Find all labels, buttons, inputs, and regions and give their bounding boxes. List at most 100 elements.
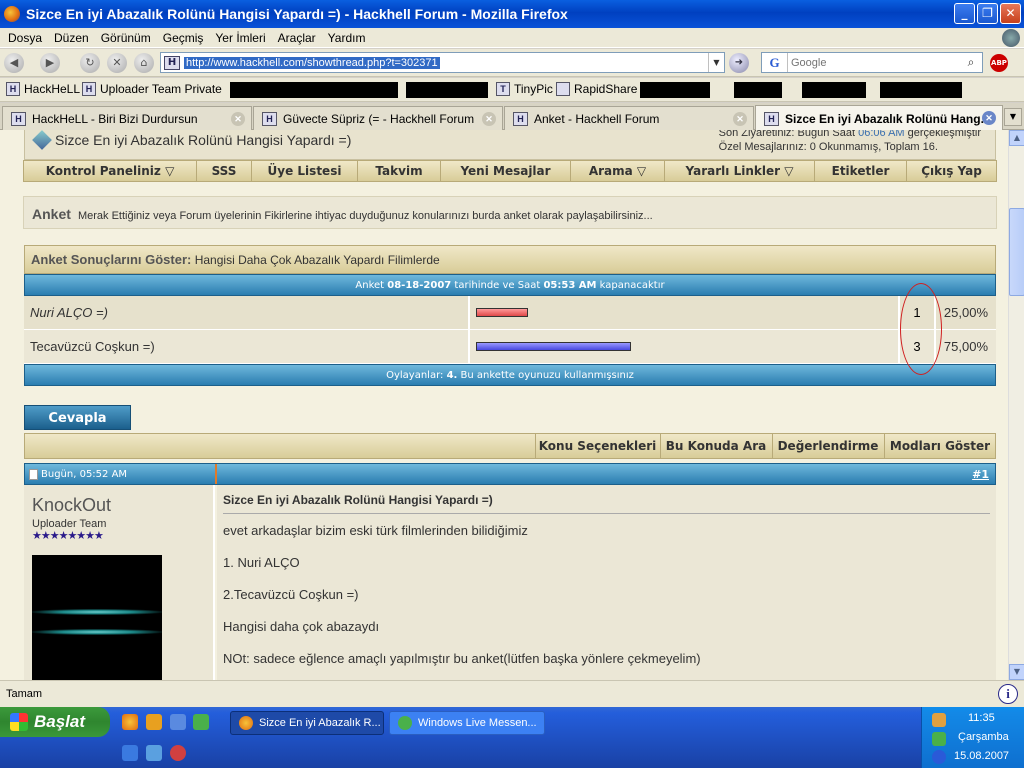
minimize-button[interactable]: _ bbox=[954, 3, 975, 24]
tab-close-icon[interactable]: ✕ bbox=[733, 112, 747, 126]
adblock-icon[interactable]: ABP bbox=[990, 54, 1008, 72]
scroll-up-icon[interactable]: ▲ bbox=[1009, 130, 1024, 146]
poll-close-prefix: Anket bbox=[355, 280, 385, 291]
last-visit-prefix: Son Ziyaretiniz: Bugün Saat bbox=[718, 130, 856, 139]
post-number-link[interactable]: #1 bbox=[972, 468, 989, 481]
bookmark-hackhell[interactable]: H HackHeLL bbox=[6, 82, 80, 96]
nav-logout[interactable]: Çıkış Yap bbox=[907, 161, 996, 181]
poll-close-date: 08-18-2007 bbox=[387, 280, 452, 291]
internet-explorer-icon[interactable] bbox=[122, 745, 138, 761]
tab-label: Anket - Hackhell Forum bbox=[534, 111, 660, 126]
nav-calendar[interactable]: Takvim bbox=[358, 161, 441, 181]
firefox-icon[interactable] bbox=[122, 714, 138, 730]
task-firefox[interactable]: Sizce En iyi Abazalık R... bbox=[230, 711, 384, 735]
menu-help[interactable]: Yardım bbox=[322, 31, 372, 45]
quicklaunch-icon[interactable] bbox=[170, 745, 186, 761]
nav-useful-links[interactable]: Yararlı Linkler ▽ bbox=[665, 161, 815, 181]
bookmark-uploader-team[interactable]: H Uploader Team Private bbox=[82, 82, 222, 96]
tray-icon[interactable] bbox=[932, 713, 946, 727]
bookmark-label: HackHeLL bbox=[24, 82, 81, 96]
tab-hackhell[interactable]: H HackHeLL - Biri Bizi Durdursun ✕ bbox=[2, 106, 252, 130]
start-button[interactable]: Başlat bbox=[0, 707, 110, 737]
poll-percent: 75,00% bbox=[943, 339, 988, 354]
search-engine-icon[interactable]: G bbox=[762, 53, 788, 72]
post-line: 1. Nuri ALÇO bbox=[223, 555, 300, 570]
go-button[interactable]: ➜ bbox=[729, 53, 749, 73]
media-player-icon[interactable] bbox=[170, 714, 186, 730]
clock-day: Çarşamba bbox=[958, 731, 1009, 743]
menu-view[interactable]: Görünüm bbox=[95, 31, 157, 45]
tab-close-icon[interactable]: ✕ bbox=[231, 112, 245, 126]
home-button[interactable]: ⌂ bbox=[134, 53, 154, 73]
bookmark-label: TinyPic bbox=[514, 82, 553, 96]
url-bar[interactable]: H http://www.hackhell.com/showthread.php… bbox=[160, 52, 725, 73]
scroll-thumb[interactable] bbox=[1009, 208, 1024, 296]
reload-button[interactable]: ↻ bbox=[80, 53, 100, 73]
last-visit: Son Ziyaretiniz: Bugün Saat 06:06 AM ger… bbox=[719, 130, 981, 140]
voters-note: Bu ankette oyunuzu kullanmışsınız bbox=[460, 370, 634, 381]
reply-button[interactable]: Cevapla bbox=[24, 405, 131, 430]
thread-header: Sizce En iyi Abazalık Rolünü Hangisi Yap… bbox=[24, 130, 996, 160]
private-messages[interactable]: Özel Mesajlarınız: 0 Okunmamış, Toplam 1… bbox=[719, 140, 981, 154]
task-messenger[interactable]: Windows Live Messen... bbox=[389, 711, 545, 735]
close-button[interactable]: ✕ bbox=[1000, 3, 1021, 24]
rate-thread-button[interactable]: Değerlendirme ▽ bbox=[772, 434, 883, 477]
avatar bbox=[32, 555, 162, 680]
search-icon[interactable]: ⌕ bbox=[962, 54, 980, 71]
quicklaunch-icon[interactable] bbox=[146, 714, 162, 730]
post-date-text: Bugün, 05:52 AM bbox=[41, 469, 128, 480]
red-circle-annotation bbox=[900, 283, 942, 375]
messenger-icon[interactable] bbox=[193, 714, 209, 730]
nav-control-panel[interactable]: Kontrol Paneliniz ▽ bbox=[24, 161, 197, 181]
nav-search[interactable]: Arama ▽ bbox=[571, 161, 665, 181]
tab-label: Güvecte Süpriz (= - Hackhell Forum bbox=[283, 111, 475, 126]
thread-tools: Konu Seçenekleri ▽ Bu Konuda Ara ▽ Değer… bbox=[24, 433, 996, 477]
poll-option-row: Tecavüzcü Coşkun =) 3 75,00% bbox=[24, 330, 996, 364]
forward-button[interactable]: ▶ bbox=[40, 53, 60, 73]
thread-options-button[interactable]: Konu Seçenekleri ▽ bbox=[535, 434, 659, 477]
restore-button[interactable]: ❐ bbox=[977, 3, 998, 24]
hackhell-icon: H bbox=[513, 111, 528, 126]
nav-faq[interactable]: SSS bbox=[197, 161, 252, 181]
redacted-bookmark bbox=[230, 82, 398, 98]
menu-file[interactable]: Dosya bbox=[2, 31, 48, 45]
scroll-down-icon[interactable]: ▼ bbox=[1009, 664, 1024, 680]
nav-tags[interactable]: Etiketler bbox=[815, 161, 907, 181]
post-username[interactable]: KnockOut bbox=[32, 495, 111, 516]
tab-close-icon[interactable]: ✕ bbox=[982, 111, 996, 125]
messenger-tray-icon[interactable] bbox=[932, 732, 946, 746]
tab-anket[interactable]: H Anket - Hackhell Forum ✕ bbox=[504, 106, 754, 130]
url-dropdown-icon[interactable]: ▼ bbox=[708, 53, 724, 72]
user-info: Son Ziyaretiniz: Bugün Saat 06:06 AM ger… bbox=[719, 130, 981, 154]
nav-members[interactable]: Üye Listesi bbox=[252, 161, 358, 181]
quicklaunch-icon[interactable] bbox=[146, 745, 162, 761]
back-button[interactable]: ◀ bbox=[4, 53, 24, 73]
all-tabs-dropdown-icon[interactable]: ▼ bbox=[1004, 108, 1022, 126]
tab-close-icon[interactable]: ✕ bbox=[482, 112, 496, 126]
bluetooth-icon[interactable] bbox=[932, 750, 946, 764]
search-box[interactable]: G ⌕ bbox=[761, 52, 983, 73]
bookmark-rapidshare[interactable]: RapidShare bbox=[556, 82, 637, 96]
search-input[interactable] bbox=[788, 54, 958, 71]
tab-bar: H HackHeLL - Biri Bizi Durdursun ✕ H Güv… bbox=[0, 103, 1024, 131]
menu-edit[interactable]: Düzen bbox=[48, 31, 95, 45]
post-line: 2.Tecavüzcü Coşkun =) bbox=[223, 587, 359, 602]
menu-history[interactable]: Geçmiş bbox=[157, 31, 210, 45]
display-modes-button[interactable]: Modları Göster ▽ bbox=[884, 434, 995, 477]
tab-guvecte-supriz[interactable]: H Güvecte Süpriz (= - Hackhell Forum ✕ bbox=[253, 106, 503, 130]
url-text[interactable]: http://www.hackhell.com/showthread.php?t… bbox=[184, 56, 440, 69]
poll-bar-cell bbox=[470, 296, 900, 329]
tab-current-thread[interactable]: H Sizce En iyi Abazalık Rolünü Hang... ✕ bbox=[755, 105, 1003, 131]
info-icon[interactable]: i bbox=[998, 684, 1018, 704]
menu-bookmarks[interactable]: Yer İmleri bbox=[209, 31, 271, 45]
clock-time[interactable]: 11:35 bbox=[968, 712, 995, 724]
stop-button[interactable]: ✕ bbox=[107, 53, 127, 73]
nav-new-posts[interactable]: Yeni Mesajlar bbox=[441, 161, 571, 181]
menu-tools[interactable]: Araçlar bbox=[272, 31, 322, 45]
hackhell-icon: H bbox=[6, 82, 20, 96]
search-thread-button[interactable]: Bu Konuda Ara ▽ bbox=[660, 434, 771, 477]
bookmark-tinypic[interactable]: T TinyPic bbox=[496, 82, 553, 96]
vertical-scrollbar[interactable]: ▲ ▼ bbox=[1008, 130, 1024, 680]
voters-count: 4. bbox=[446, 370, 458, 381]
avatar-streak bbox=[32, 629, 162, 635]
